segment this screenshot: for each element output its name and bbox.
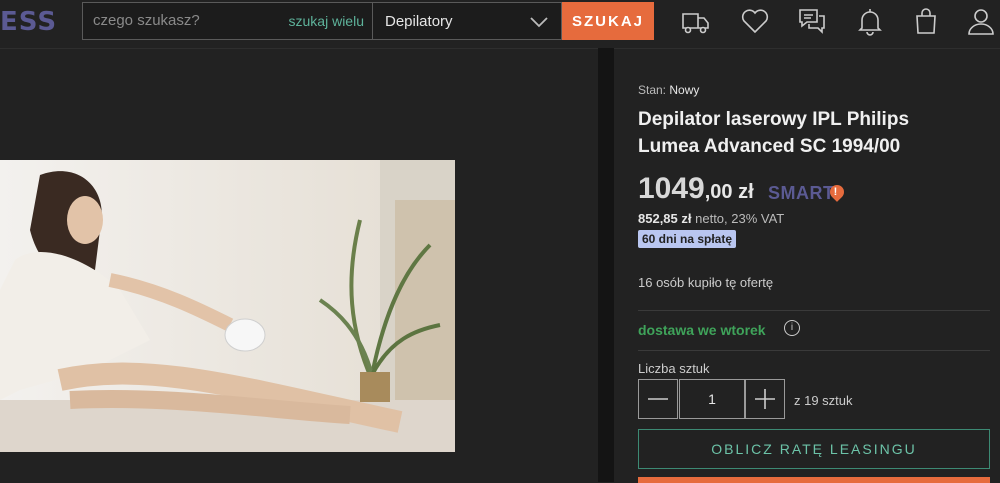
search-box: szukaj wielu xyxy=(82,2,372,40)
condition: Stan: Nowy xyxy=(638,83,699,97)
smart-label[interactable]: SMART xyxy=(768,183,835,204)
info-icon[interactable]: i xyxy=(784,320,800,336)
quantity-available: z 19 sztuk xyxy=(794,393,853,408)
bought-count: 16 osób kupiło tę ofertę xyxy=(638,275,774,290)
chat-icon[interactable] xyxy=(797,6,827,36)
top-bar: ESS szukaj wielu Depilatory SZUKAJ xyxy=(0,0,1000,49)
search-button[interactable]: SZUKAJ xyxy=(562,2,654,40)
category-value: Depilatory xyxy=(385,13,453,30)
search-input[interactable] xyxy=(91,11,285,30)
net-price-suffix: netto, 23% VAT xyxy=(695,211,785,226)
price: 1049,00 zł xyxy=(638,172,754,206)
product-image[interactable] xyxy=(0,160,455,452)
search-many-link[interactable]: szukaj wielu xyxy=(289,13,364,29)
category-select[interactable]: Depilatory xyxy=(372,2,562,40)
plus-icon xyxy=(755,389,775,409)
quantity-input[interactable] xyxy=(679,379,745,419)
price-integer: 1049 xyxy=(638,172,705,205)
delivery-truck-icon[interactable] xyxy=(680,6,710,36)
condition-label: Stan: xyxy=(638,83,667,97)
bell-icon[interactable] xyxy=(855,6,885,36)
delivery-info: dostawa we wtorek xyxy=(638,322,766,338)
divider xyxy=(638,310,990,311)
user-icon[interactable] xyxy=(966,6,996,36)
leasing-calculator-button[interactable]: OBLICZ RATĘ LEASINGU xyxy=(638,429,990,469)
chevron-down-icon xyxy=(530,17,548,28)
quantity-decrease-button[interactable] xyxy=(638,379,678,419)
quantity-label: Liczba sztuk xyxy=(638,361,710,376)
add-to-cart-button[interactable] xyxy=(638,477,990,483)
price-decimal: ,00 zł xyxy=(704,181,754,203)
condition-value: Nowy xyxy=(669,83,700,97)
quantity-increase-button[interactable] xyxy=(745,379,785,419)
product-photo xyxy=(0,160,455,452)
product-title: Depilator laserowy IPL Philips Lumea Adv… xyxy=(638,109,910,157)
heart-icon[interactable] xyxy=(740,6,770,36)
panel-divider xyxy=(598,48,614,482)
net-price: 852,85 zł netto, 23% VAT xyxy=(638,211,784,226)
minus-icon xyxy=(648,398,668,400)
shopping-bag-icon[interactable] xyxy=(911,6,941,36)
net-price-value: 852,85 zł xyxy=(638,211,692,226)
divider xyxy=(638,350,990,351)
installment-badge[interactable]: 60 dni na spłatę xyxy=(638,230,737,248)
logo[interactable]: ESS xyxy=(0,7,57,37)
